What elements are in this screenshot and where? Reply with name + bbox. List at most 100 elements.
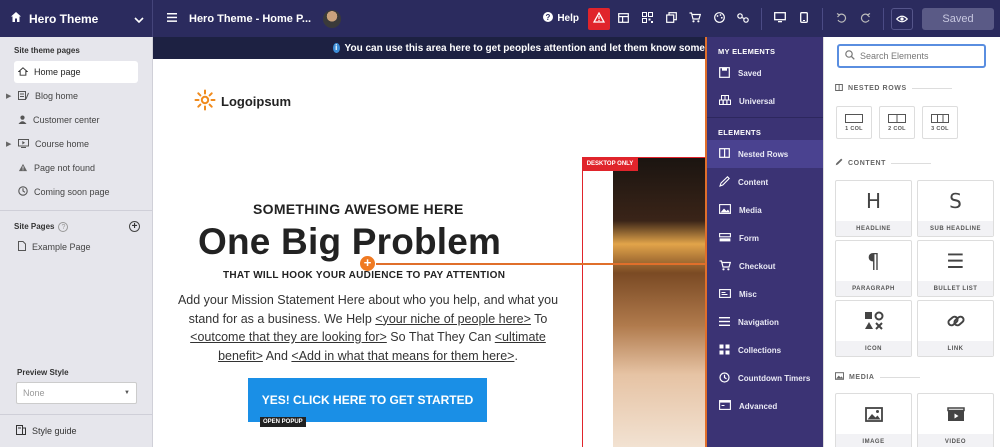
mission-placeholder-link[interactable]: <your niche of people here>	[375, 312, 531, 326]
layout-icon	[617, 12, 629, 26]
row-3-col[interactable]: 3 COL	[922, 106, 958, 139]
logo[interactable]: Logoipsum	[194, 89, 291, 114]
mission-text: So That They Can	[386, 330, 495, 344]
sidebar-item-label: Coming soon page	[34, 187, 110, 197]
sidebar-item-coming-soon-page[interactable]: Coming soon page	[14, 181, 138, 203]
redo-icon	[860, 12, 871, 26]
element-label: HEADLINE	[836, 221, 911, 236]
nav-item-universal[interactable]: Universal	[707, 87, 823, 115]
element-headline[interactable]: H HEADLINE	[835, 180, 912, 237]
style-guide-label: Style guide	[32, 426, 77, 436]
qr-button[interactable]	[636, 8, 658, 30]
headline[interactable]: One Big Problem	[198, 221, 501, 263]
nav-item-saved[interactable]: Saved	[707, 59, 823, 87]
selection-outline	[582, 158, 583, 447]
element-icon[interactable]: ICON	[835, 300, 912, 357]
element-video[interactable]: VIDEO	[917, 393, 994, 447]
theme-selector[interactable]: Hero Theme	[0, 0, 153, 37]
nested-rows-icon	[719, 148, 730, 160]
preview-style-select[interactable]: None ▼	[16, 382, 137, 404]
sidebar-item-course-home[interactable]: ▶ Course home	[6, 133, 138, 155]
nav-item-label: Media	[739, 205, 762, 215]
row-2-col[interactable]: 2 COL	[879, 106, 915, 139]
sub-headline[interactable]: SOMETHING AWESOME HERE	[253, 201, 464, 217]
element-paragraph[interactable]: ¶ PARAGRAPH	[835, 240, 912, 297]
expand-caret-icon[interactable]: ▶	[6, 140, 11, 148]
nav-item-label: Universal	[739, 96, 776, 106]
section-line	[891, 162, 932, 164]
element-label: IMAGE	[836, 434, 911, 447]
mission-paragraph[interactable]: Add your Mission Statement Here about wh…	[173, 291, 563, 365]
media-section-label: MEDIA	[834, 372, 920, 382]
preview-button[interactable]	[891, 7, 913, 30]
video-icon	[918, 394, 993, 434]
nav-item-content[interactable]: Content	[707, 168, 823, 196]
media-icon	[834, 372, 845, 382]
theme-palette-button[interactable]	[708, 8, 730, 30]
chevron-down-icon[interactable]	[134, 12, 144, 26]
sidebar-item-home-page[interactable]: Home page	[14, 61, 138, 83]
search-elements-field[interactable]: Search Elements	[837, 44, 986, 68]
qr-code-icon	[641, 11, 653, 26]
saved-button[interactable]: Saved	[922, 7, 994, 30]
three-column-icon	[931, 113, 949, 123]
site-pages-heading: Site Pages	[14, 221, 55, 231]
alert-button[interactable]	[588, 7, 610, 30]
desktop-view-button[interactable]	[769, 8, 791, 30]
announcement-bar[interactable]: i You can use this area here to get peop…	[153, 37, 705, 59]
info-icon[interactable]: ?	[58, 221, 69, 232]
redo-button[interactable]	[854, 8, 876, 30]
navigation-icon	[719, 316, 730, 328]
collections-icon	[719, 344, 730, 357]
element-sub-headline[interactable]: S SUB HEADLINE	[917, 180, 994, 237]
nested-rows-section-label: NESTED ROWS	[835, 83, 952, 93]
nav-item-label: Nested Rows	[738, 149, 789, 159]
hero-image[interactable]	[613, 157, 705, 447]
sidebar-item-blog-home[interactable]: ▶ Blog home	[6, 85, 138, 107]
row-1-col[interactable]: 1 COL	[836, 106, 872, 139]
nav-item-countdown-timers[interactable]: Countdown Timers	[707, 364, 823, 392]
nav-item-misc[interactable]: Misc	[707, 280, 823, 308]
help-label: Help	[557, 13, 579, 24]
sidebar-item-example-page[interactable]: Example Page	[14, 236, 138, 258]
nav-item-media[interactable]: Media	[707, 196, 823, 224]
hook-headline[interactable]: THAT WILL HOOK YOUR AUDIENCE TO PAY ATTE…	[223, 270, 505, 281]
cta-button[interactable]: YES! CLICK HERE TO GET STARTED	[248, 378, 487, 422]
search-placeholder: Search Elements	[860, 51, 929, 61]
nav-item-advanced[interactable]: Advanced	[707, 392, 823, 420]
section-title: CONTENT	[848, 159, 887, 167]
mission-placeholder-link[interactable]: <Add in what that means for them here>	[291, 349, 514, 363]
nav-item-checkout[interactable]: Checkout	[707, 252, 823, 280]
element-bullet-list[interactable]: ☰ BULLET LIST	[917, 240, 994, 297]
integrations-button[interactable]	[732, 8, 754, 30]
svg-text:?: ?	[546, 13, 551, 22]
element-image[interactable]: IMAGE	[835, 393, 912, 447]
style-guide-icon	[16, 425, 26, 437]
mission-placeholder-link[interactable]: <outcome that they are looking for>	[190, 330, 387, 344]
nav-item-collections[interactable]: Collections	[707, 336, 823, 364]
user-icon	[18, 115, 27, 126]
nav-item-navigation[interactable]: Navigation	[707, 308, 823, 336]
element-link[interactable]: LINK	[917, 300, 994, 357]
style-guide-button[interactable]: Style guide	[0, 414, 153, 447]
cart-button[interactable]	[684, 8, 706, 30]
mobile-view-button[interactable]	[793, 8, 815, 30]
nav-item-nested-rows[interactable]: Nested Rows	[707, 140, 823, 168]
nav-item-form[interactable]: Form	[707, 224, 823, 252]
hamburger-menu-icon[interactable]	[167, 12, 177, 25]
avatar[interactable]	[323, 9, 342, 28]
sidebar-item-page-not-found[interactable]: Page not found	[14, 157, 138, 179]
pages-button[interactable]	[660, 8, 682, 30]
undo-button[interactable]	[830, 8, 852, 30]
nav-item-label: Checkout	[739, 261, 776, 271]
expand-caret-icon[interactable]: ▶	[6, 92, 11, 100]
settings-panel-button[interactable]	[612, 8, 634, 30]
content-icon	[719, 175, 730, 189]
page-canvas[interactable]: i You can use this area here to get peop…	[153, 37, 705, 447]
sidebar-item-customer-center[interactable]: Customer center	[14, 109, 138, 131]
add-element-button[interactable]: +	[360, 256, 375, 271]
help-button[interactable]: ? Help	[543, 12, 579, 25]
add-page-icon[interactable]: +	[129, 221, 140, 232]
sidebar-item-label: Example Page	[32, 242, 91, 252]
form-icon	[719, 232, 731, 244]
